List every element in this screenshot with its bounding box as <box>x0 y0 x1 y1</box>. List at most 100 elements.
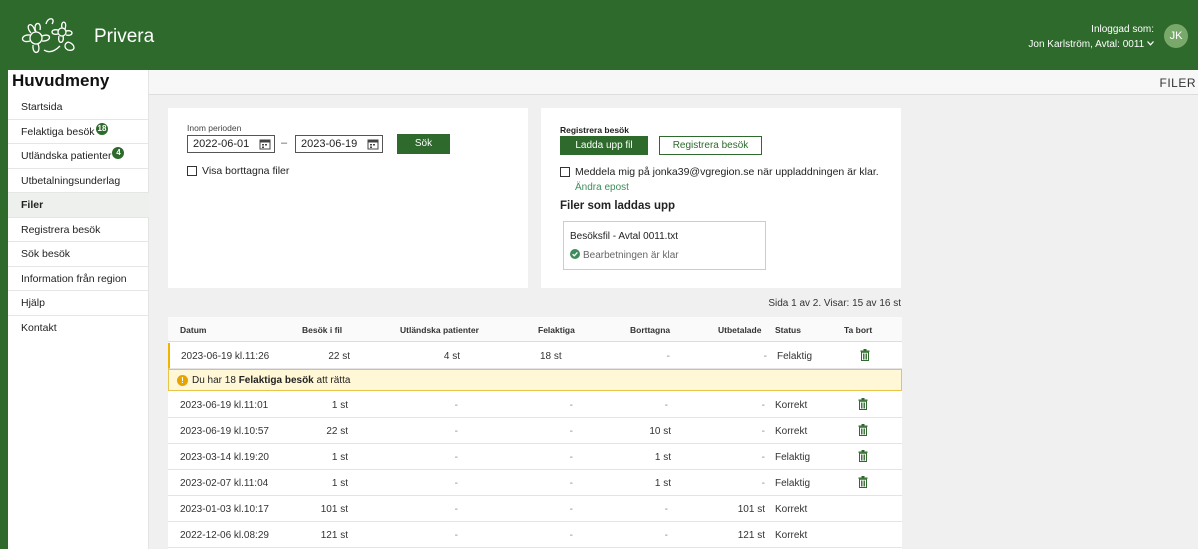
warning-link[interactable]: Felaktiga besök <box>239 375 314 386</box>
trash-icon[interactable] <box>860 349 870 361</box>
sidebar-item-kontakt[interactable]: Kontakt <box>8 316 149 341</box>
sidebar-item-sok-besok[interactable]: Sök besök <box>8 242 149 267</box>
table-row[interactable]: 2022-12-06 kl.08:29 121 st - - - 121 st … <box>168 522 902 548</box>
change-email-link[interactable]: Ändra epost <box>575 182 629 193</box>
col-ta-bort: Ta bort <box>844 325 873 335</box>
user-line: Jon Karlström, Avtal: 0011 <box>1028 39 1145 50</box>
col-utlandska-patienter[interactable]: Utländska patienter <box>400 325 479 335</box>
search-button[interactable]: Sök <box>397 134 450 154</box>
cell-datum: 2023-03-14 kl.19:20 <box>180 452 269 463</box>
sidebar-item-registrera-besok[interactable]: Registrera besök <box>8 218 149 242</box>
cell-status: Felaktig <box>777 351 813 362</box>
avatar[interactable]: JK <box>1164 24 1188 48</box>
cell-utbetalade: 101 st <box>737 504 765 515</box>
col-besok-i-fil[interactable]: Besök i fil <box>302 325 342 335</box>
show-deleted-label: Visa borttagna filer <box>202 165 290 177</box>
cell-besok: 101 st <box>320 504 348 515</box>
brand-name: Privera <box>94 26 155 47</box>
cell-status: Korrekt <box>775 530 808 541</box>
trash-icon[interactable] <box>858 424 868 436</box>
cell-utbetalade: - <box>761 478 765 489</box>
date-from-input[interactable]: 2022-06-01 <box>187 135 275 153</box>
period-label: Inom perioden <box>187 123 242 133</box>
sidebar-item-utlandska-patienter[interactable]: Utländska patienter 4 <box>8 144 149 169</box>
col-datum[interactable]: Datum <box>180 325 206 335</box>
sidebar-item-filer[interactable]: Filer <box>8 193 149 218</box>
cell-felaktiga: - <box>569 400 573 411</box>
cell-felaktiga: 18 st <box>540 351 562 362</box>
show-deleted-checkbox[interactable] <box>187 166 197 176</box>
sidebar-title: Huvudmeny <box>12 71 110 90</box>
cell-datum: 2023-01-03 kl.10:17 <box>180 504 269 515</box>
trash-icon[interactable] <box>858 450 868 462</box>
check-circle-icon <box>570 249 580 259</box>
upload-file-button[interactable]: Ladda upp fil <box>560 136 648 155</box>
cell-felaktiga: - <box>569 530 573 541</box>
cell-status: Korrekt <box>775 504 808 515</box>
cell-borttagna: - <box>664 400 668 411</box>
date-to-input[interactable]: 2023-06-19 <box>295 135 383 153</box>
register-visit-card: Registrera besök Ladda upp fil Registrer… <box>541 108 901 288</box>
col-borttagna[interactable]: Borttagna <box>630 325 670 335</box>
date-to-value: 2023-06-19 <box>301 138 358 150</box>
top-bar: Privera Inloggad som: Jon Karlström, Avt… <box>0 0 1198 70</box>
logged-in-label: Inloggad som: <box>1091 24 1154 35</box>
table-row[interactable]: 2023-06-19 kl.11:26 22 st 4 st 18 st - -… <box>168 343 902 369</box>
table-row[interactable]: 2023-06-19 kl.10:57 22 st - - 10 st - Ko… <box>168 418 902 444</box>
sidebar-item-label: Sök besök <box>21 248 71 260</box>
sidebar-item-startsida[interactable]: Startsida <box>8 95 149 120</box>
register-visit-button[interactable]: Registrera besök <box>659 136 762 155</box>
cell-borttagna: - <box>664 530 668 541</box>
cell-utlandska: - <box>454 400 458 411</box>
sidebar-menu: Startsida Felaktiga besök 18 Utländska pa… <box>8 95 149 340</box>
table-row[interactable]: 2023-01-03 kl.10:17 101 st - - - 101 st … <box>168 496 902 522</box>
notify-checkbox[interactable] <box>560 167 570 177</box>
col-utbetalade[interactable]: Utbetalade <box>718 325 761 335</box>
col-status[interactable]: Status <box>775 325 801 335</box>
cell-besok: 1 st <box>331 478 348 489</box>
date-range-dash: – <box>281 137 288 149</box>
warning-text-pre: Du har 18 <box>192 375 239 386</box>
cell-besok: 1 st <box>331 452 348 463</box>
main-content: FILER Inom perioden 2022-06-01 – 2023-06… <box>149 70 1198 549</box>
period-filter-card: Inom perioden 2022-06-01 – 2023-06-19 Sö… <box>168 108 528 288</box>
sidebar-item-information-fran-region[interactable]: Information från region <box>8 267 149 291</box>
table-row[interactable]: 2023-03-14 kl.19:20 1 st - - 1 st - Fela… <box>168 444 902 470</box>
table-row[interactable]: 2023-06-19 kl.11:01 1 st - - - - Korrekt <box>168 392 902 418</box>
cell-felaktiga: - <box>569 504 573 515</box>
cell-borttagna: 10 st <box>649 426 671 437</box>
trash-icon[interactable] <box>858 398 868 410</box>
calendar-icon[interactable] <box>367 138 379 150</box>
cell-utbetalade: - <box>761 426 765 437</box>
cell-status: Felaktig <box>775 478 811 489</box>
calendar-icon[interactable] <box>259 138 271 150</box>
table-row[interactable]: 2023-02-07 kl.11:04 1 st - - 1 st - Fela… <box>168 470 902 496</box>
cell-datum: 2023-06-19 kl.11:26 <box>181 351 270 362</box>
col-felaktiga[interactable]: Felaktiga <box>538 325 575 335</box>
sidebar-item-hjalp[interactable]: Hjälp <box>8 291 149 316</box>
cell-borttagna: - <box>666 351 670 362</box>
cell-utbetalade: - <box>761 452 765 463</box>
upload-file-name: Besöksfil - Avtal 0011.txt <box>570 231 679 242</box>
sidebar-item-label: Startsida <box>21 101 63 113</box>
sidebar-item-felaktiga-besok[interactable]: Felaktiga besök 18 <box>8 120 149 144</box>
cell-datum: 2022-12-06 kl.08:29 <box>180 530 269 541</box>
cell-utbetalade: - <box>761 400 765 411</box>
table-header: Datum Besök i fil Utländska patienter Fe… <box>168 317 902 342</box>
flower-logo-icon[interactable] <box>16 10 84 60</box>
sidebar-item-utbetalningsunderlag[interactable]: Utbetalningsunderlag <box>8 169 149 193</box>
cell-besok: 22 st <box>326 426 348 437</box>
upload-status: Bearbetningen är klar <box>583 250 679 261</box>
warning-banner: ! Du har 18 Felaktiga besök att rätta <box>168 369 902 391</box>
trash-icon[interactable] <box>858 476 868 488</box>
cell-utlandska: - <box>454 452 458 463</box>
sidebar-item-label: Information från region <box>21 272 127 285</box>
cell-borttagna: - <box>664 504 668 515</box>
cell-utlandska: - <box>454 530 458 541</box>
chevron-down-icon <box>1147 41 1154 46</box>
sidebar-item-label: Registrera besök <box>21 223 101 236</box>
cell-utlandska: 4 st <box>443 351 460 362</box>
user-menu[interactable]: Inloggad som: Jon Karlström, Avtal: 0011 <box>1028 22 1154 52</box>
sidebar-item-label: Hjälp <box>21 297 45 309</box>
cell-datum: 2023-06-19 kl.10:57 <box>180 426 269 437</box>
